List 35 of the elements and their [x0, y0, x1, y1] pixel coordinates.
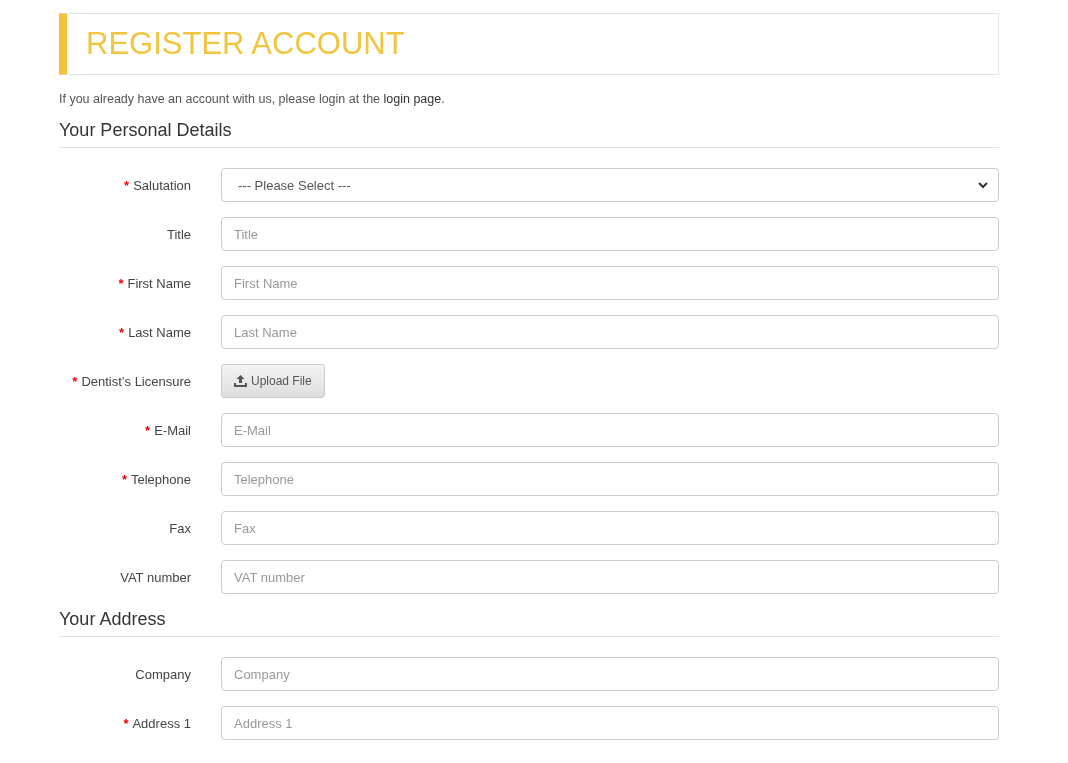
page-title: REGISTER ACCOUNT: [86, 26, 405, 62]
text-field[interactable]: E-Mail: [221, 413, 999, 447]
text-field[interactable]: Last Name: [221, 315, 999, 349]
section-heading: Your Personal Details: [59, 120, 999, 148]
field-label: E-Mail: [154, 422, 191, 438]
section-heading: Your Address: [59, 609, 999, 637]
field-label: First Name: [127, 275, 191, 291]
required-mark: *: [121, 471, 127, 487]
upload-button[interactable]: Upload File: [221, 364, 325, 398]
required-mark: *: [124, 177, 130, 193]
upload-icon: [234, 375, 247, 387]
intro-text: If you already have an account with us, please login at the login page.: [59, 92, 446, 106]
field-label: Last Name: [128, 324, 191, 340]
text-field[interactable]: Address 1: [221, 706, 999, 740]
required-mark: *: [118, 275, 124, 291]
field-label: Company: [135, 666, 191, 682]
required-mark: *: [72, 373, 78, 389]
required-mark: *: [145, 422, 151, 438]
required-mark: *: [119, 324, 125, 340]
field-label: Salutation: [133, 177, 191, 193]
select-field[interactable]: --- Please Select ---: [221, 168, 999, 202]
chevron-down-icon: [978, 181, 988, 189]
field-label: VAT number: [120, 569, 191, 585]
text-field[interactable]: VAT number: [221, 560, 999, 594]
text-field[interactable]: First Name: [221, 266, 999, 300]
text-field[interactable]: Title: [221, 217, 999, 251]
field-label: Telephone: [131, 471, 191, 487]
field-label: Dentist’s Licensure: [81, 373, 191, 389]
text-field[interactable]: Fax: [221, 511, 999, 545]
field-label: Title: [166, 226, 191, 242]
text-field[interactable]: Company: [221, 657, 999, 691]
field-label: Fax: [169, 520, 191, 536]
field-label: Address 1: [132, 715, 191, 731]
text-field[interactable]: Telephone: [221, 462, 999, 496]
required-mark: *: [123, 715, 129, 731]
